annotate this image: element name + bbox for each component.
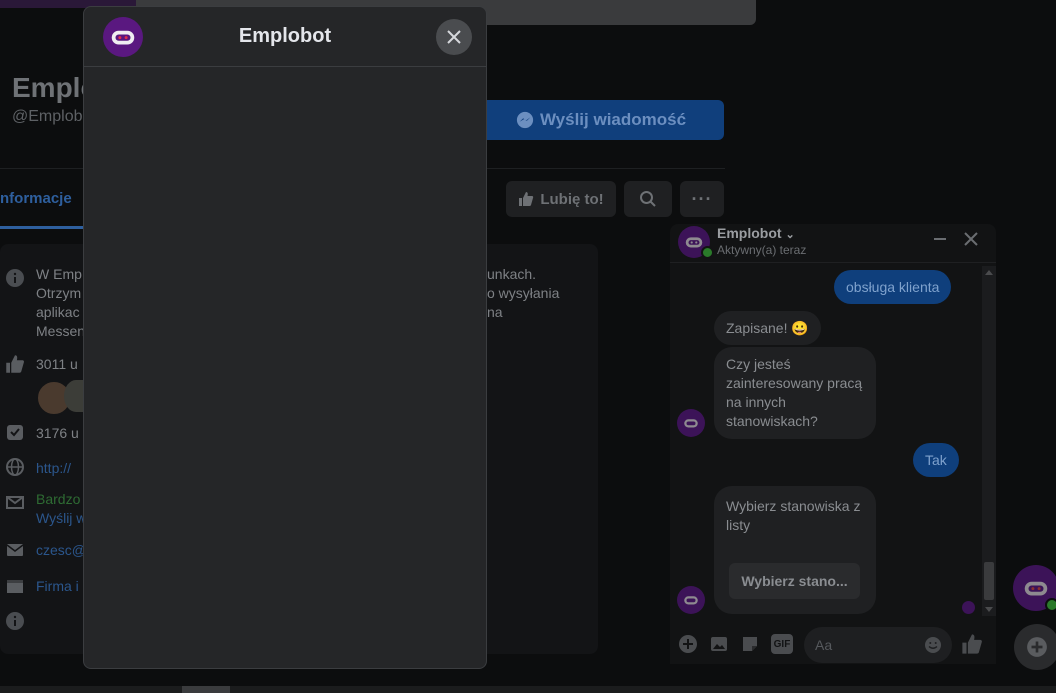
modal-header: Emplobot — [84, 7, 486, 67]
about-line-continued: o wysyłania — [487, 285, 560, 301]
thumbs-up-icon — [5, 354, 25, 374]
choose-positions-button[interactable]: Wybierz stano... — [729, 563, 860, 599]
messenger-icon — [516, 111, 534, 129]
minimize-icon — [934, 238, 946, 240]
send-message-link[interactable]: Wyślij w — [36, 509, 86, 528]
chevron-down-icon: ⌄ — [785, 229, 795, 241]
seen-receipt-avatar — [962, 601, 975, 614]
chat-scroll-thumb[interactable] — [984, 562, 994, 600]
online-status-dot — [701, 246, 714, 259]
follow-icon — [5, 422, 25, 442]
send-like-button[interactable] — [961, 633, 983, 660]
email-link[interactable]: czesc@ — [36, 541, 86, 560]
info-icon — [5, 268, 25, 288]
email-icon — [5, 540, 25, 560]
message-input-placeholder: Aa — [815, 637, 833, 653]
send-message-button[interactable]: Wyślij wiadomość — [478, 100, 724, 140]
envelope-send-icon — [5, 492, 25, 512]
plus-circle-icon — [679, 635, 697, 653]
like-page-button[interactable]: Lubię to! — [506, 181, 616, 217]
message-text: Wybierz stanowiska z listy — [726, 498, 861, 533]
message-incoming: Czy jesteś zainteresowany pracą na innyc… — [714, 347, 876, 439]
add-attachment-button[interactable] — [678, 634, 698, 659]
about-line: Otrzym — [36, 285, 82, 301]
close-chat-button[interactable] — [963, 231, 979, 247]
page-search-button[interactable] — [624, 181, 672, 217]
plus-icon — [1027, 637, 1047, 657]
about-line: W Emp — [36, 266, 82, 282]
info-icon — [5, 611, 25, 631]
website-link[interactable]: http:// — [36, 459, 71, 478]
minimize-chat-button[interactable] — [932, 230, 948, 246]
globe-icon — [5, 457, 25, 477]
chat-contact-name[interactable]: Emplobot ⌄ — [717, 225, 795, 241]
gif-icon: GIF — [773, 638, 791, 650]
modal-content-area — [84, 67, 486, 668]
scroll-up-arrow[interactable] — [985, 270, 993, 275]
smiley-icon — [925, 637, 941, 653]
gif-button[interactable]: GIF — [771, 634, 793, 654]
bottom-bar — [0, 686, 1056, 693]
sticker-button[interactable] — [740, 634, 760, 659]
close-icon — [447, 30, 461, 44]
image-icon — [711, 637, 727, 651]
category-link[interactable]: Firma i — [36, 577, 79, 596]
bottom-scroll-thumb[interactable] — [182, 686, 230, 693]
like-label: Lubię to! — [540, 190, 604, 208]
about-line: aplikac — [36, 304, 80, 320]
modal-title: Emplobot — [238, 25, 332, 47]
emoji-button[interactable] — [924, 636, 942, 659]
category-icon — [5, 576, 25, 596]
new-message-button[interactable] — [1014, 624, 1056, 670]
thumbs-up-icon — [962, 634, 982, 654]
search-icon — [640, 191, 656, 207]
message-incoming: Zapisane! 😀 — [714, 311, 821, 345]
about-line-continued: unkach. — [487, 266, 537, 282]
sticker-icon — [743, 637, 757, 651]
chat-contact-name-label: Emplobot — [717, 225, 782, 241]
response-time: Bardzo — [36, 491, 81, 507]
message-outgoing: obsługa klienta — [834, 270, 952, 304]
about-line: Messen — [36, 323, 86, 339]
robot-icon — [1024, 581, 1048, 596]
likes-count: 3011 u — [36, 356, 78, 372]
message-sender-avatar — [677, 586, 705, 614]
message-sender-avatar — [677, 409, 705, 437]
scroll-down-arrow[interactable] — [985, 607, 993, 612]
photo-button[interactable] — [709, 634, 729, 659]
page-handle: @Emplob — [12, 108, 83, 125]
online-status-dot — [1045, 598, 1056, 612]
robot-icon — [684, 596, 698, 605]
modal-close-button[interactable] — [436, 19, 472, 55]
robot-icon — [684, 419, 698, 428]
chat-header-divider — [670, 262, 996, 263]
close-icon — [964, 232, 978, 246]
tab-information[interactable]: nformacje — [0, 190, 72, 207]
chat-plugin-modal: Emplobot — [83, 6, 487, 669]
follows-count: 3176 u — [36, 425, 79, 441]
tab-active-indicator — [0, 226, 84, 229]
message-outgoing: Tak — [913, 443, 959, 477]
chat-active-status: Aktywny(a) teraz — [717, 243, 807, 257]
about-line-continued: na — [487, 304, 503, 320]
more-options-button[interactable]: ··· — [680, 181, 724, 217]
thumbs-up-icon — [519, 192, 534, 206]
send-message-label: Wyślij wiadomość — [539, 110, 687, 129]
